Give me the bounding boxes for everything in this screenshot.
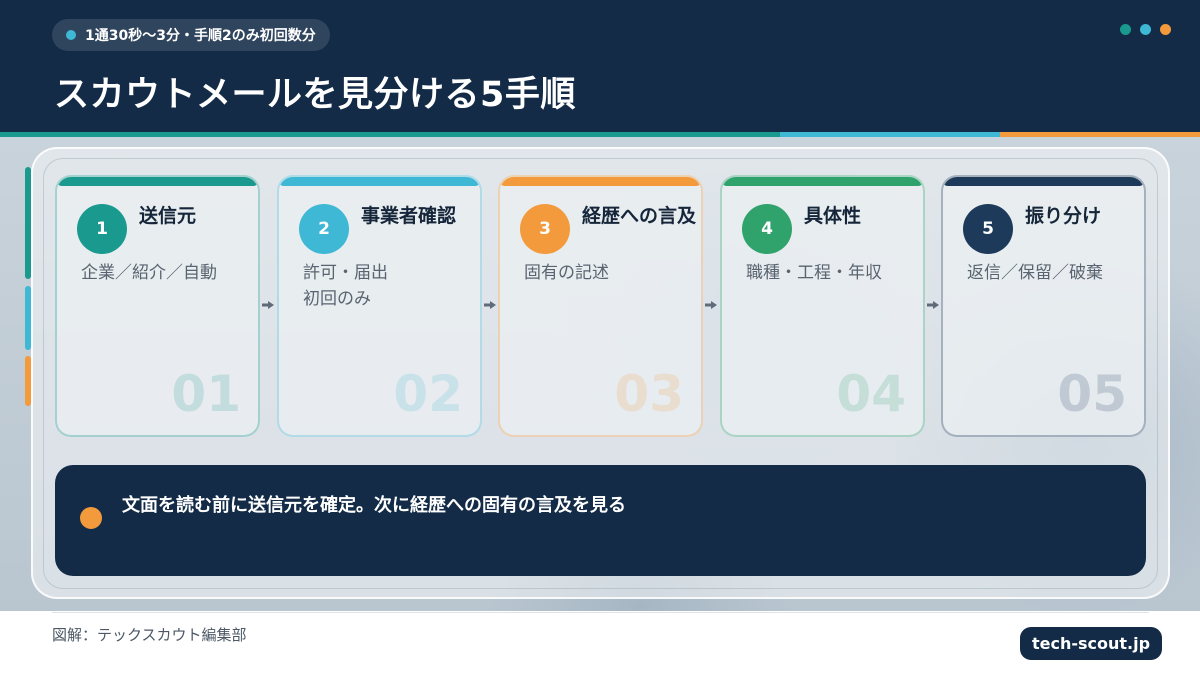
step-number-circle: 2 bbox=[299, 204, 349, 254]
step-title: 振り分け bbox=[1025, 205, 1102, 227]
page-title: スカウトメールを見分ける5手順 bbox=[54, 75, 576, 115]
step-title: 具体性 bbox=[804, 205, 862, 227]
step-description: 固有の記述 bbox=[524, 263, 609, 283]
step-card: 5 振り分け返信／保留／破棄 05 bbox=[941, 175, 1146, 437]
step-card: 3 経歴への言及固有の記述 03 bbox=[498, 175, 703, 437]
step-number-circle: 3 bbox=[520, 204, 570, 254]
dot-blue-icon bbox=[1140, 24, 1151, 35]
credit-text: 図解：テックスカウト編集部 bbox=[52, 626, 247, 644]
summary-note-text: 文面を読む前に送信元を確定。次に経歴への固有の言及を見る bbox=[122, 495, 626, 516]
step-card-bar bbox=[279, 177, 480, 186]
step-description: 返信／保留／破棄 bbox=[967, 263, 1103, 283]
step-card-bar bbox=[500, 177, 701, 186]
site-badge[interactable]: tech-scout.jp bbox=[1020, 627, 1163, 660]
step-title: 事業者確認 bbox=[361, 205, 457, 227]
badge-text: 1通30秒〜3分・手順2のみ初回数分 bbox=[85, 28, 316, 44]
arrow-connector-icon bbox=[927, 301, 939, 309]
step-watermark-number: 02 bbox=[393, 365, 463, 423]
arrow-connector-icon bbox=[705, 301, 717, 309]
dot-orange-icon bbox=[1160, 24, 1171, 35]
step-card-bar bbox=[722, 177, 923, 186]
step-card: 1 送信元企業／紹介／自動 01 bbox=[55, 175, 260, 437]
step-card-bar bbox=[943, 177, 1144, 186]
step-title: 経歴への言及 bbox=[582, 205, 697, 227]
step-watermark-number: 01 bbox=[171, 365, 241, 423]
step-card: 2 事業者確認許可・届出 初回のみ 02 bbox=[277, 175, 482, 437]
footer-divider bbox=[52, 612, 1149, 613]
step-watermark-number: 05 bbox=[1057, 365, 1127, 423]
step-title: 送信元 bbox=[139, 205, 197, 227]
step-description: 許可・届出 初回のみ bbox=[303, 263, 388, 309]
step-watermark-number: 04 bbox=[836, 365, 906, 423]
step-number-circle: 5 bbox=[963, 204, 1013, 254]
badge-dot-icon bbox=[66, 30, 76, 40]
duration-badge: 1通30秒〜3分・手順2のみ初回数分 bbox=[52, 19, 330, 51]
note-dot-icon bbox=[80, 507, 102, 529]
corner-dots bbox=[1120, 24, 1171, 35]
step-description: 企業／紹介／自動 bbox=[81, 263, 217, 283]
step-watermark-number: 03 bbox=[614, 365, 684, 423]
header: 1通30秒〜3分・手順2のみ初回数分 スカウトメールを見分ける5手順 bbox=[0, 0, 1200, 133]
step-number-circle: 1 bbox=[77, 204, 127, 254]
arrow-connector-icon bbox=[484, 301, 496, 309]
arrow-connector-icon bbox=[262, 301, 274, 309]
step-card-bar bbox=[57, 177, 258, 186]
summary-note: 文面を読む前に送信元を確定。次に経歴への固有の言及を見る bbox=[55, 465, 1146, 576]
step-number-circle: 4 bbox=[742, 204, 792, 254]
step-card: 4 具体性職種・工程・年収 04 bbox=[720, 175, 925, 437]
dot-teal-icon bbox=[1120, 24, 1131, 35]
step-description: 職種・工程・年収 bbox=[746, 263, 882, 283]
